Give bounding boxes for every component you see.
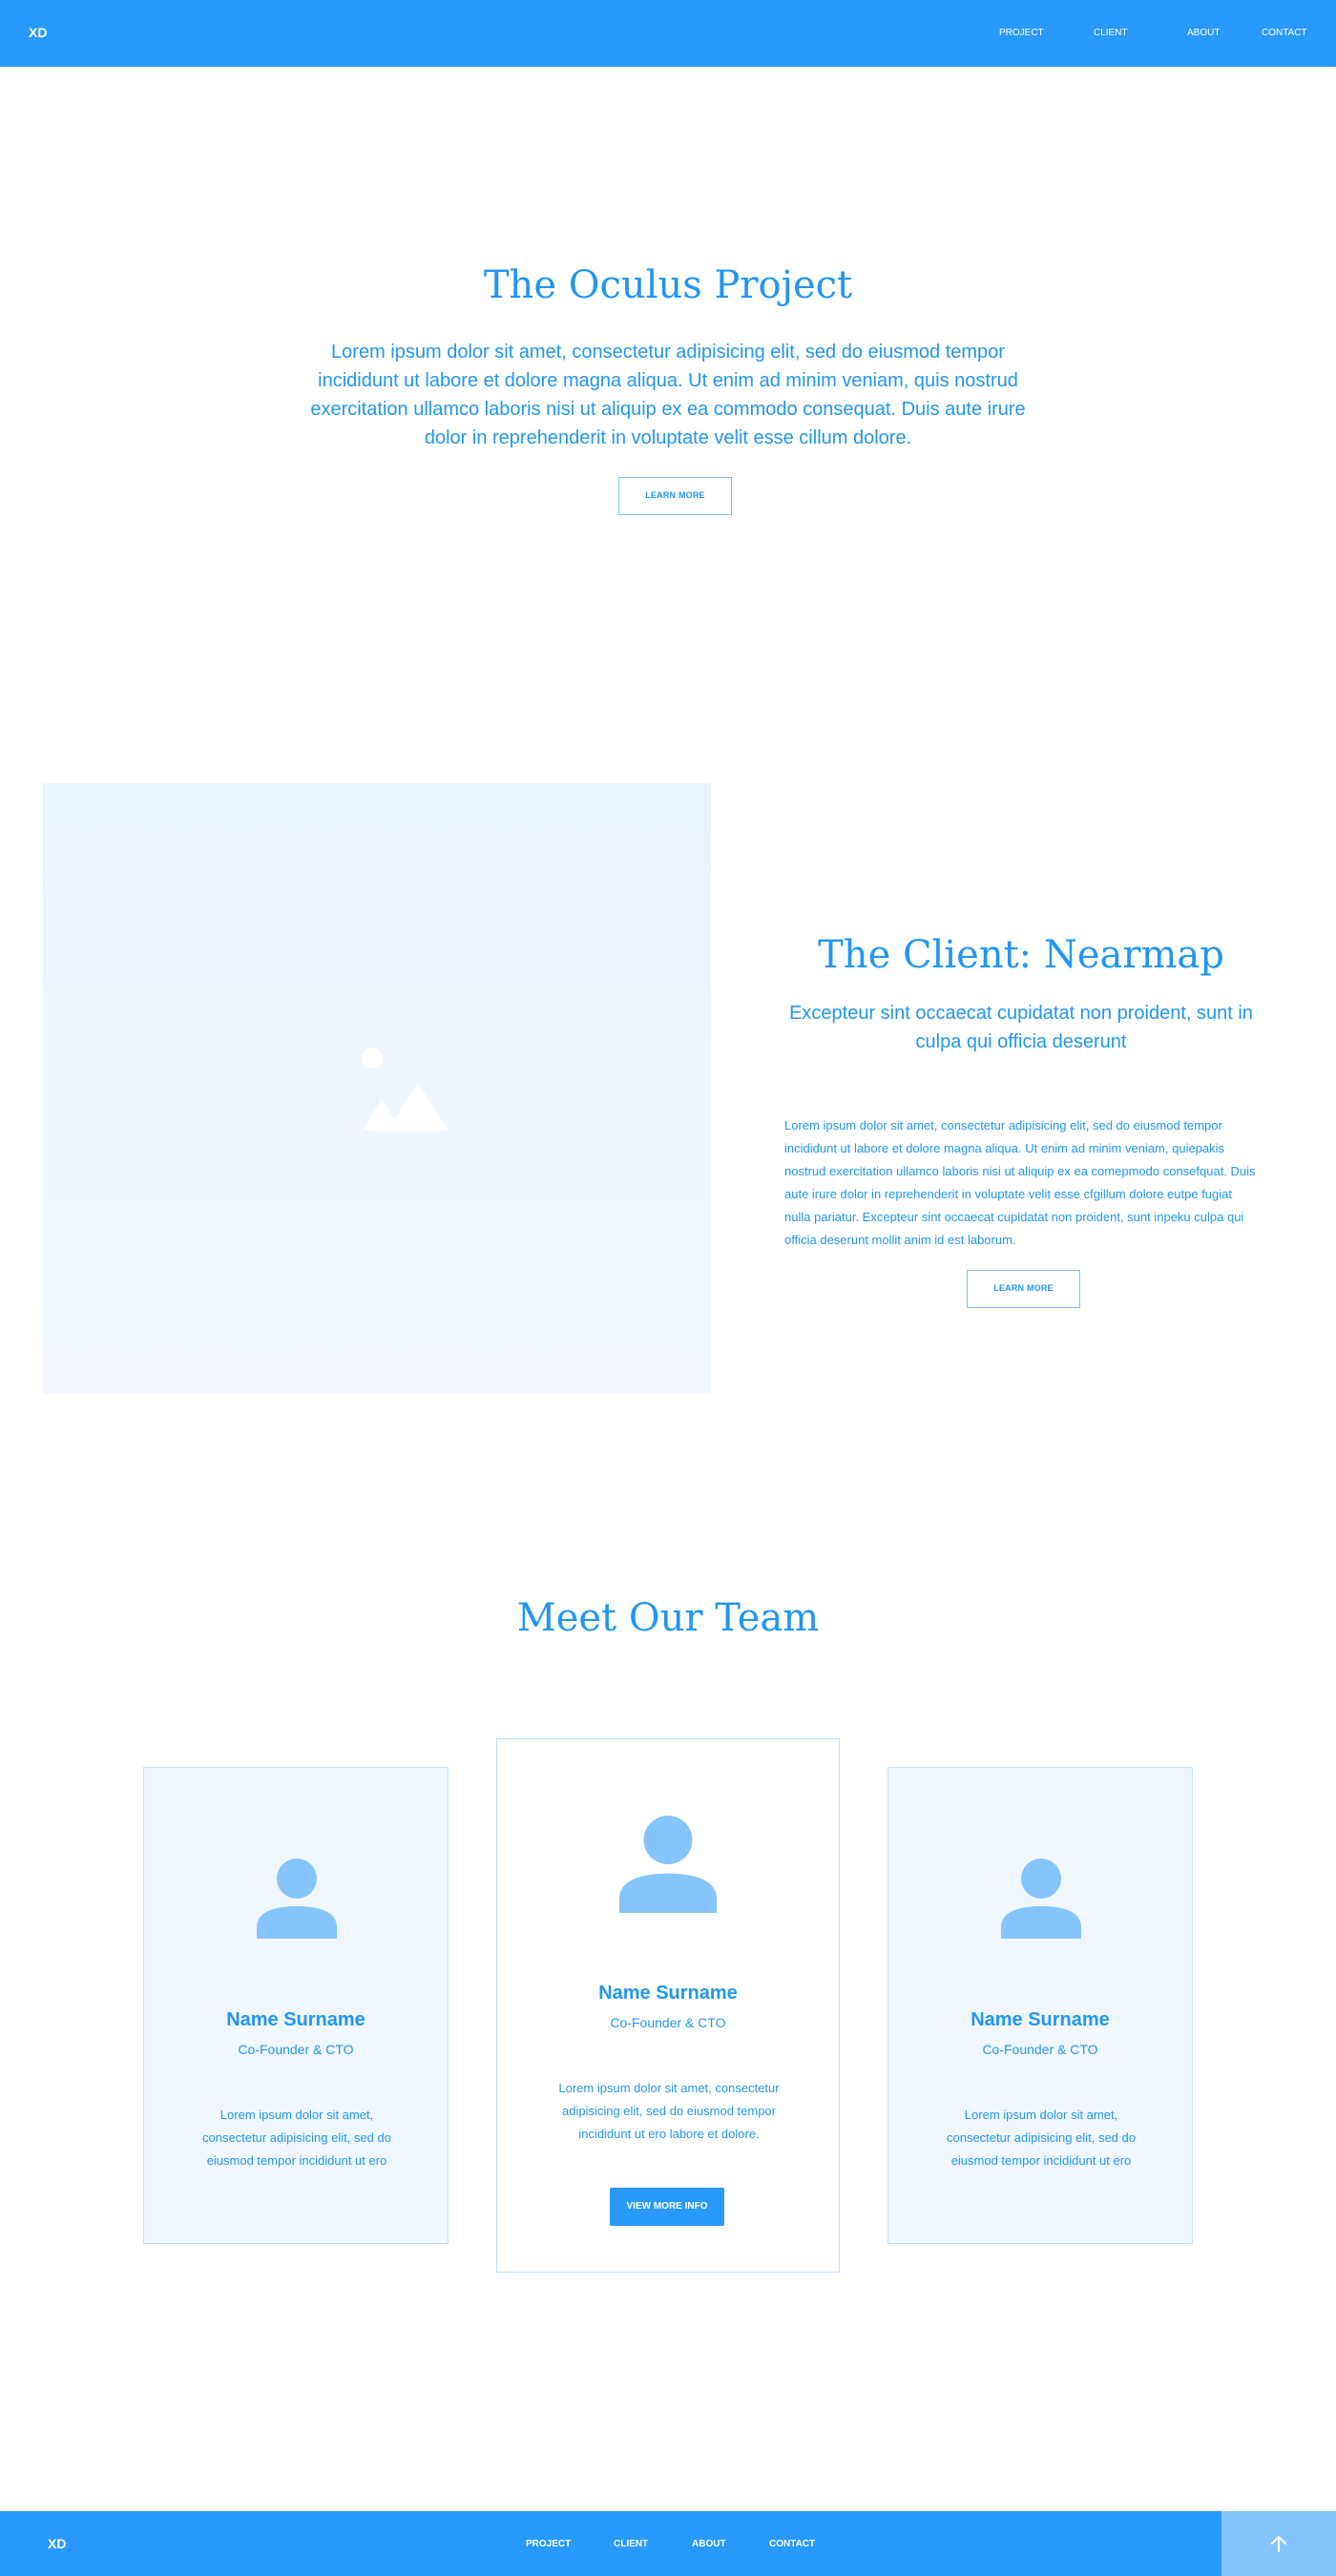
- nav-item-project[interactable]: PROJECT: [999, 28, 1044, 38]
- footer-nav-item-project[interactable]: PROJECT: [526, 2539, 571, 2549]
- client-body-text: Lorem ipsum dolor sit amet, consectetur …: [784, 1118, 1256, 1247]
- site-footer: XD PROJECT CLIENT ABOUT CONTACT: [0, 2511, 1336, 2576]
- team-card: Name Surname Co-Founder & CTO Lorem ipsu…: [887, 1767, 1193, 2244]
- image-placeholder-icon: [362, 1048, 449, 1131]
- client-subtitle: Excepteur sint occaecat cupidatat non pr…: [789, 1003, 1253, 1052]
- user-avatar-icon: [619, 1816, 717, 1913]
- footer-nav-item-client[interactable]: CLIENT: [614, 2539, 648, 2549]
- hero-text: Lorem ipsum dolor sit amet, consectetur …: [310, 342, 1026, 448]
- team-member-name: Name Surname: [598, 1983, 738, 2004]
- view-more-info-button[interactable]: VIEW MORE INFO: [610, 2188, 724, 2226]
- client-learn-more-button[interactable]: LEARN MORE: [967, 1270, 1080, 1308]
- team-card-featured: Name Surname Co-Founder & CTO Lorem ipsu…: [496, 1738, 840, 2273]
- team-member-role: Co-Founder & CTO: [610, 2015, 726, 2030]
- team-card: Name Surname Co-Founder & CTO Lorem ipsu…: [143, 1767, 449, 2244]
- nav-item-client[interactable]: CLIENT: [1094, 28, 1128, 38]
- team-member-desc: Lorem ipsum dolor sit amet, consectetur …: [946, 2108, 1136, 2168]
- team-member-name: Name Surname: [971, 2009, 1110, 2030]
- arrow-up-icon: [1270, 2535, 1287, 2552]
- nav-item-contact[interactable]: CONTACT: [1262, 28, 1307, 38]
- team-member-role: Co-Founder & CTO: [982, 2042, 1098, 2057]
- scroll-to-top-button[interactable]: [1221, 2511, 1336, 2576]
- footer-nav-item-contact[interactable]: CONTACT: [769, 2539, 815, 2549]
- team-title: Meet Our Team: [516, 1596, 820, 1640]
- client-title: The Client: Nearmap: [818, 933, 1224, 977]
- footer-logo[interactable]: XD: [48, 2536, 66, 2551]
- team-member-name: Name Surname: [226, 2009, 365, 2030]
- nav-item-about[interactable]: ABOUT: [1187, 28, 1220, 38]
- team-member-role: Co-Founder & CTO: [238, 2042, 354, 2057]
- user-avatar-icon: [257, 1859, 337, 1939]
- header-logo[interactable]: XD: [29, 25, 47, 40]
- user-avatar-icon: [1001, 1859, 1081, 1939]
- hero-learn-more-button[interactable]: LEARN MORE: [618, 477, 732, 515]
- site-header: XD PROJECT CLIENT ABOUT CONTACT: [0, 0, 1336, 67]
- footer-nav-item-about[interactable]: ABOUT: [692, 2539, 726, 2549]
- team-member-desc: Lorem ipsum dolor sit amet, consectetur …: [201, 2108, 391, 2168]
- hero-title: The Oculus Project: [483, 263, 853, 307]
- client-image-placeholder: [43, 783, 711, 1394]
- team-member-desc: Lorem ipsum dolor sit amet, consectetur …: [558, 2081, 780, 2141]
